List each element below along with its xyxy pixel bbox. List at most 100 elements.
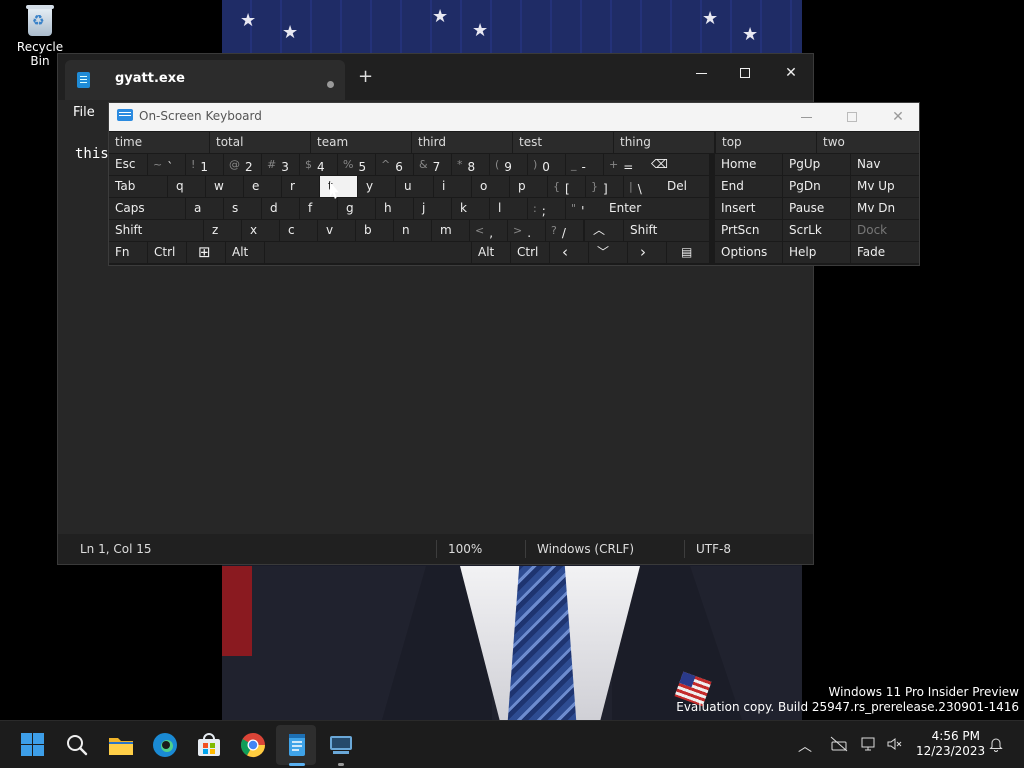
- key-symbol[interactable]: ! 1: [186, 154, 223, 175]
- key-symbol[interactable]: :;: [528, 198, 565, 219]
- key-symbol[interactable]: + =: [604, 154, 641, 175]
- key-letter-m[interactable]: m: [432, 220, 469, 241]
- key-del[interactable]: Del: [661, 176, 709, 197]
- key-esc[interactable]: Esc: [109, 154, 147, 175]
- notepad-tab[interactable]: gyatt.exe: [65, 60, 345, 100]
- key-nav-fade[interactable]: Fade: [851, 242, 919, 263]
- suggestion[interactable]: two: [817, 132, 919, 153]
- key-letter-v[interactable]: v: [318, 220, 355, 241]
- key-alt-right[interactable]: Alt: [472, 242, 510, 263]
- status-zoom[interactable]: 100%: [448, 542, 482, 556]
- key-letter-l[interactable]: l: [490, 198, 527, 219]
- key-nav-scrlk[interactable]: ScrLk: [783, 220, 850, 241]
- key-shift-right[interactable]: Shift: [624, 220, 709, 241]
- key-nav-mv-dn[interactable]: Mv Dn: [851, 198, 919, 219]
- key-down[interactable]: ﹀: [589, 242, 627, 263]
- volume-muted-icon[interactable]: [886, 736, 904, 752]
- key-letter-t[interactable]: t: [320, 176, 357, 197]
- key-letter-h[interactable]: h: [376, 198, 413, 219]
- start-button[interactable]: [19, 731, 47, 759]
- key-letter-s[interactable]: s: [224, 198, 261, 219]
- key-menu[interactable]: ▤: [667, 242, 709, 263]
- key-symbol[interactable]: $4: [300, 154, 337, 175]
- edge-button[interactable]: [151, 731, 179, 759]
- display-icon[interactable]: [860, 736, 878, 752]
- key-symbol[interactable]: ^ 6: [376, 154, 413, 175]
- suggestion[interactable]: team: [311, 132, 411, 153]
- key-nav-options[interactable]: Options: [715, 242, 782, 263]
- key-symbol[interactable]: >.: [508, 220, 545, 241]
- key-symbol[interactable]: & 7: [414, 154, 451, 175]
- key-symbol[interactable]: ) 0: [528, 154, 565, 175]
- chrome-button[interactable]: [239, 731, 267, 759]
- notepad-taskbar-button[interactable]: [283, 731, 311, 759]
- key-letter-c[interactable]: c: [280, 220, 317, 241]
- key-nav-prtscn[interactable]: PrtScn: [715, 220, 782, 241]
- key-nav-insert[interactable]: Insert: [715, 198, 782, 219]
- suggestion[interactable]: total: [210, 132, 310, 153]
- key-symbol[interactable]: _ -: [566, 154, 603, 175]
- key-letter-i[interactable]: i: [434, 176, 471, 197]
- key-symbol[interactable]: * 8: [452, 154, 489, 175]
- new-tab-button[interactable]: +: [358, 68, 373, 86]
- key-nav-pgdn[interactable]: PgDn: [783, 176, 850, 197]
- key-nav-nav[interactable]: Nav: [851, 154, 919, 175]
- key-shift-left[interactable]: Shift: [109, 220, 203, 241]
- suggestion[interactable]: test: [513, 132, 613, 153]
- key-ctrl-right[interactable]: Ctrl: [511, 242, 549, 263]
- key-symbol[interactable]: ? /: [546, 220, 583, 241]
- network-status-icon[interactable]: [830, 736, 848, 752]
- key-letter-e[interactable]: e: [244, 176, 281, 197]
- key-symbol[interactable]: (9: [490, 154, 527, 175]
- maximize-button[interactable]: [722, 58, 768, 88]
- key-symbol[interactable]: % 5: [338, 154, 375, 175]
- key-symbol[interactable]: " ': [566, 198, 603, 219]
- key-letter-u[interactable]: u: [396, 176, 433, 197]
- key-right[interactable]: ›: [628, 242, 666, 263]
- key-nav-home[interactable]: Home: [715, 154, 782, 175]
- key-symbol[interactable]: #3: [262, 154, 299, 175]
- key-nav-pause[interactable]: Pause: [783, 198, 850, 219]
- key-symbol[interactable]: {[: [548, 176, 585, 197]
- key-symbol[interactable]: <,: [470, 220, 507, 241]
- key-symbol[interactable]: ~ `: [148, 154, 185, 175]
- notifications-bell-icon[interactable]: [988, 736, 1004, 756]
- status-encoding[interactable]: UTF-8: [696, 542, 731, 556]
- key-symbol[interactable]: }]: [586, 176, 623, 197]
- system-clock[interactable]: 4:56 PM 12/23/2023: [916, 729, 985, 759]
- unsaved-dot-icon[interactable]: [327, 81, 334, 88]
- key-caps[interactable]: Caps: [109, 198, 185, 219]
- key-letter-f[interactable]: f: [300, 198, 337, 219]
- notepad-titlebar[interactable]: gyatt.exe + ✕: [58, 54, 813, 100]
- key-letter-r[interactable]: r: [282, 176, 319, 197]
- key-nav-end[interactable]: End: [715, 176, 782, 197]
- minimize-button[interactable]: [678, 58, 724, 88]
- key-letter-z[interactable]: z: [204, 220, 241, 241]
- suggestion[interactable]: thing: [614, 132, 714, 153]
- file-explorer-button[interactable]: [107, 731, 135, 759]
- key-windows[interactable]: ⊞: [187, 242, 225, 263]
- suggestion[interactable]: third: [412, 132, 512, 153]
- key-nav-mv-up[interactable]: Mv Up: [851, 176, 919, 197]
- status-line-ending[interactable]: Windows (CRLF): [537, 542, 634, 556]
- key-alt-left[interactable]: Alt: [226, 242, 264, 263]
- key-letter-j[interactable]: j: [414, 198, 451, 219]
- show-hidden-icons-button[interactable]: ︿: [798, 736, 812, 756]
- menu-file[interactable]: File: [73, 105, 95, 120]
- key-letter-g[interactable]: g: [338, 198, 375, 219]
- key-letter-y[interactable]: y: [358, 176, 395, 197]
- osk-taskbar-button[interactable]: [327, 731, 355, 759]
- key-letter-a[interactable]: a: [186, 198, 223, 219]
- suggestion[interactable]: time: [109, 132, 209, 153]
- key-up[interactable]: ︿: [585, 220, 623, 241]
- store-button[interactable]: [195, 731, 223, 759]
- key-letter-o[interactable]: o: [472, 176, 509, 197]
- key-fn[interactable]: Fn: [109, 242, 147, 263]
- key-letter-d[interactable]: d: [262, 198, 299, 219]
- key-enter[interactable]: Enter: [603, 198, 709, 219]
- key-letter-p[interactable]: p: [510, 176, 547, 197]
- key-tab[interactable]: Tab: [109, 176, 167, 197]
- key-ctrl-left[interactable]: Ctrl: [148, 242, 186, 263]
- close-button[interactable]: ✕: [768, 58, 814, 88]
- osk-minimize-button[interactable]: [783, 103, 829, 131]
